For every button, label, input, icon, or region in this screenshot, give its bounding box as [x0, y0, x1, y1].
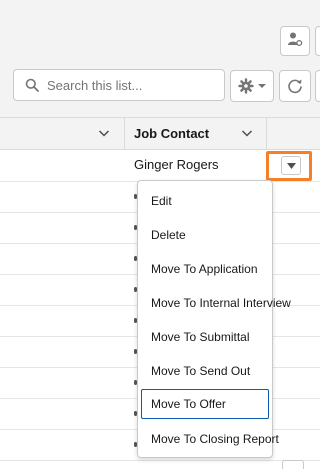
inline-edit-button[interactable] — [315, 70, 320, 102]
chevron-down-icon[interactable] — [241, 127, 253, 139]
column-header-job-contact[interactable]: Job Contact — [125, 118, 266, 149]
highlight-annotation — [266, 151, 312, 181]
menu-item-delete[interactable]: Delete — [141, 220, 269, 248]
gear-icon — [238, 78, 254, 94]
row-actions-menu: Edit Delete Move To Application Move To … — [137, 180, 291, 458]
menu-item-move-to-send-out[interactable]: Move To Send Out — [141, 356, 269, 384]
search-icon — [25, 78, 39, 92]
person-settings-icon — [287, 31, 303, 52]
more-actions-button[interactable] — [315, 26, 320, 56]
refresh-button[interactable] — [279, 70, 311, 102]
chevron-down-icon[interactable] — [98, 127, 110, 139]
chevron-down-icon — [258, 83, 266, 89]
column-divider — [266, 118, 267, 150]
menu-item-move-to-closing-report[interactable]: Move To Closing Report — [141, 424, 279, 452]
row-divider — [0, 460, 320, 461]
menu-item-edit[interactable]: Edit — [141, 186, 269, 214]
refresh-icon — [287, 78, 303, 94]
row-action-button[interactable] — [282, 460, 304, 469]
contact-action-button[interactable] — [280, 26, 310, 56]
menu-item-move-to-offer[interactable]: Move To Offer — [141, 389, 269, 419]
table-header: Job Contact — [0, 117, 320, 150]
menu-item-move-to-internal-interview[interactable]: Move To Internal Interview — [141, 288, 291, 316]
job-contact-cell[interactable]: Ginger Rogers — [134, 157, 219, 172]
column-header[interactable] — [0, 118, 124, 149]
menu-item-move-to-submittal[interactable]: Move To Submittal — [141, 322, 269, 350]
search-input[interactable] — [47, 77, 217, 93]
list-settings-button[interactable] — [230, 70, 274, 102]
column-header-label: Job Contact — [134, 126, 210, 141]
search-field[interactable] — [13, 69, 225, 101]
menu-item-move-to-application[interactable]: Move To Application — [141, 254, 269, 282]
